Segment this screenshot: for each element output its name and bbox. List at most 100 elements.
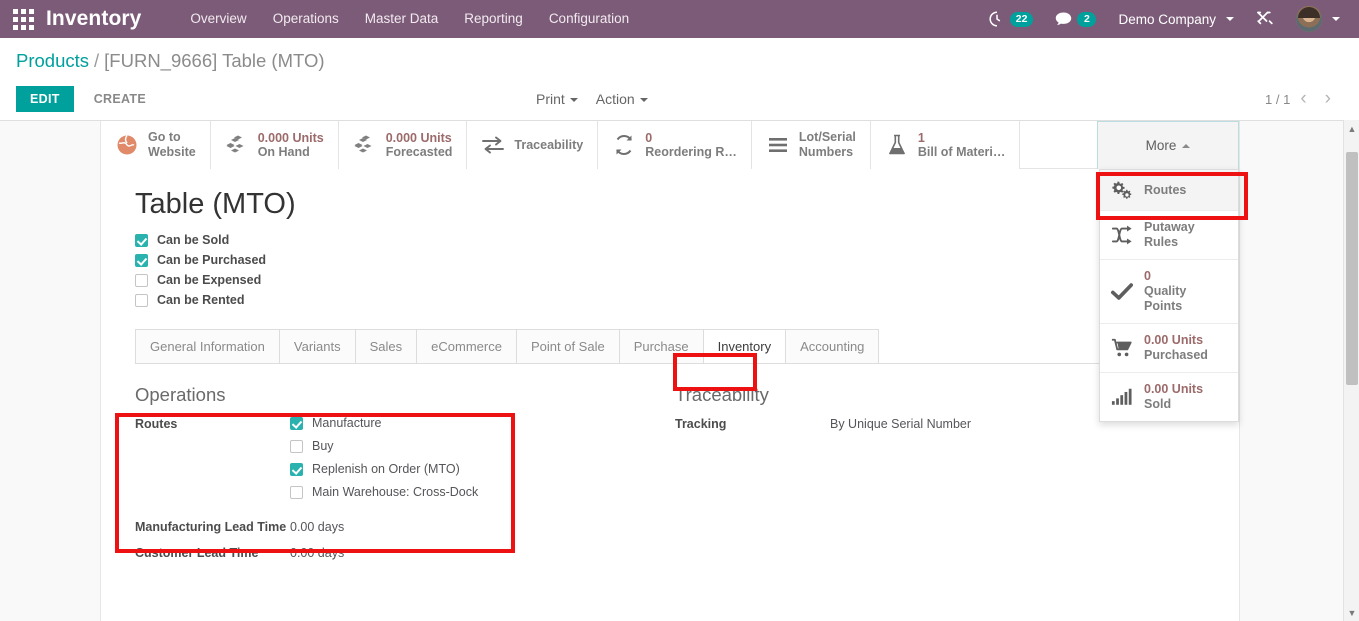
tab-variants[interactable]: Variants	[278, 329, 356, 363]
more-item-label: Purchased	[1144, 348, 1208, 362]
tab-purchase[interactable]: Purchase	[618, 329, 704, 363]
tab-point-of-sale[interactable]: Point of Sale	[515, 329, 620, 363]
bars-icon	[768, 138, 787, 152]
activities-menu[interactable]: 22	[978, 0, 1045, 38]
print-dropdown[interactable]: Print	[536, 91, 578, 107]
stat-label: Bill of Materi…	[917, 145, 1006, 159]
more-item-label: Quality Points	[1144, 284, 1187, 313]
stat-value: 0.000 Units	[257, 131, 324, 145]
tab-general-information[interactable]: General Information	[135, 329, 280, 363]
more-item-value: 0.00 Units	[1144, 333, 1204, 347]
main-menu: Overview Operations Master Data Reportin…	[177, 0, 642, 38]
more-item-purchased[interactable]: 0.00 Units Purchased	[1100, 324, 1238, 373]
more-item-text: Putaway Rules	[1144, 220, 1228, 250]
print-action-dropdowns: Print Action	[536, 91, 648, 107]
company-switcher[interactable]: Demo Company	[1107, 0, 1245, 38]
more-item-text: Routes	[1144, 183, 1186, 198]
stat-button-go-to-website[interactable]: Go to Website	[101, 121, 211, 169]
flag-can-be-expensed[interactable]: Can be Expensed	[135, 273, 1239, 287]
stat-button-lot-serial-numbers[interactable]: Lot/Serial Numbers	[751, 121, 871, 169]
product-header: Table (MTO) Can be Sold Can be Purchased…	[101, 169, 1239, 307]
app-brand-title[interactable]: Inventory	[46, 0, 141, 38]
manufacturing-lead-time-row: Manufacturing Lead Time 0.00 days	[135, 519, 675, 536]
user-menu[interactable]	[1285, 0, 1351, 38]
pager-previous-icon[interactable]: ‹	[1292, 89, 1314, 108]
chevron-down-icon	[569, 98, 578, 103]
breadcrumb-products[interactable]: Products	[16, 50, 89, 71]
routes-field-row: Routes Manufacture Buy Replenish on Orde…	[135, 416, 675, 499]
checkbox-route-manufacture[interactable]	[290, 416, 303, 430]
create-button[interactable]: CREATE	[80, 86, 160, 112]
stat-label: Forecasted	[385, 145, 453, 159]
cubes-icon	[226, 135, 244, 153]
menu-item-overview[interactable]: Overview	[177, 0, 259, 38]
tab-inventory[interactable]: Inventory	[702, 329, 787, 363]
checkbox-route-mto[interactable]	[290, 462, 303, 476]
manufacturing-lead-time-label: Manufacturing Lead Time	[135, 520, 287, 534]
print-label: Print	[536, 91, 565, 107]
more-item-quality-points[interactable]: 0 Quality Points	[1100, 260, 1238, 324]
route-buy[interactable]: Buy	[290, 439, 478, 453]
globe-icon	[117, 135, 137, 155]
customer-lead-time-row: Customer Lead Time 0.00 days	[135, 545, 675, 562]
stat-label-line1: Lot/Serial	[798, 130, 856, 144]
scroll-up-icon[interactable]: ▲	[1344, 120, 1359, 137]
checkbox-can-be-sold[interactable]	[135, 233, 148, 247]
activities-count: 22	[1009, 11, 1034, 27]
inventory-tab-content: Operations Routes Manufacture Buy Replen…	[101, 364, 1239, 571]
action-dropdown[interactable]: Action	[596, 91, 648, 107]
route-main-warehouse-cross-dock[interactable]: Main Warehouse: Cross-Dock	[290, 485, 478, 499]
control-panel: Products / [FURN_9666] Table (MTO) EDIT CR…	[0, 38, 1359, 121]
tab-accounting[interactable]: Accounting	[785, 329, 880, 363]
messages-menu[interactable]: 2	[1044, 0, 1107, 38]
flag-can-be-purchased[interactable]: Can be Purchased	[135, 253, 1239, 267]
control-panel-buttons: EDIT CREATE Print Action 1 / 1 ‹ ›	[16, 78, 1343, 120]
more-item-routes[interactable]: Routes	[1100, 170, 1238, 211]
menu-item-reporting[interactable]: Reporting	[451, 0, 536, 38]
chevron-down-icon	[639, 98, 648, 103]
route-label: Manufacture	[312, 416, 382, 430]
menu-item-configuration[interactable]: Configuration	[536, 0, 642, 38]
shuffle-icon	[1111, 225, 1132, 245]
checkbox-can-be-expensed[interactable]	[135, 273, 148, 287]
scroll-down-icon[interactable]: ▼	[1344, 604, 1359, 621]
route-replenish-on-order-mto[interactable]: Replenish on Order (MTO)	[290, 462, 478, 476]
checkbox-route-buy[interactable]	[290, 439, 303, 453]
more-label: More	[1145, 138, 1177, 153]
stat-button-on-hand[interactable]: 0.000 Units On Hand	[210, 121, 339, 169]
checkbox-can-be-rented[interactable]	[135, 293, 148, 307]
stat-button-reordering-rules[interactable]: 0 Reordering R…	[598, 121, 752, 169]
breadcrumb-separator: /	[94, 50, 100, 71]
cubes-icon	[354, 135, 372, 153]
tracking-value[interactable]: By Unique Serial Number	[830, 416, 971, 433]
clock-icon	[989, 11, 1000, 27]
cart-icon	[1111, 338, 1132, 357]
stat-value: 0.000 Units	[385, 131, 452, 145]
checkbox-route-cross-dock[interactable]	[290, 485, 303, 499]
scrollbar-thumb[interactable]	[1346, 152, 1358, 385]
flag-label: Can be Rented	[157, 293, 245, 307]
pager-next-icon[interactable]: ›	[1317, 89, 1339, 108]
more-stat-buttons-toggle[interactable]: More	[1097, 121, 1239, 169]
debug-tools-button[interactable]	[1245, 0, 1285, 38]
flag-can-be-rented[interactable]: Can be Rented	[135, 293, 1239, 307]
vertical-scrollbar[interactable]: ▲ ▼	[1343, 120, 1359, 621]
tab-ecommerce[interactable]: eCommerce	[416, 329, 517, 363]
more-item-putaway-rules[interactable]: Putaway Rules	[1100, 211, 1238, 260]
exchange-icon	[482, 136, 505, 154]
menu-item-master-data[interactable]: Master Data	[352, 0, 452, 38]
stat-button-traceability[interactable]: Traceability	[467, 121, 599, 169]
more-item-sold[interactable]: 0.00 Units Sold	[1100, 373, 1238, 421]
stat-button-bill-of-materials[interactable]: 1 Bill of Materi…	[870, 121, 1021, 169]
edit-button[interactable]: EDIT	[16, 86, 74, 112]
route-manufacture[interactable]: Manufacture	[290, 416, 478, 430]
chevron-down-icon	[1226, 17, 1234, 21]
apps-grid-icon[interactable]	[0, 0, 46, 38]
traceability-group: Traceability Tracking By Unique Serial N…	[675, 384, 1145, 571]
checkbox-can-be-purchased[interactable]	[135, 253, 148, 267]
tab-sales[interactable]: Sales	[354, 329, 418, 363]
menu-item-operations[interactable]: Operations	[260, 0, 352, 38]
stat-button-forecasted[interactable]: 0.000 Units Forecasted	[338, 121, 468, 169]
caret-up-icon	[1182, 143, 1191, 148]
flag-can-be-sold[interactable]: Can be Sold	[135, 233, 1239, 247]
